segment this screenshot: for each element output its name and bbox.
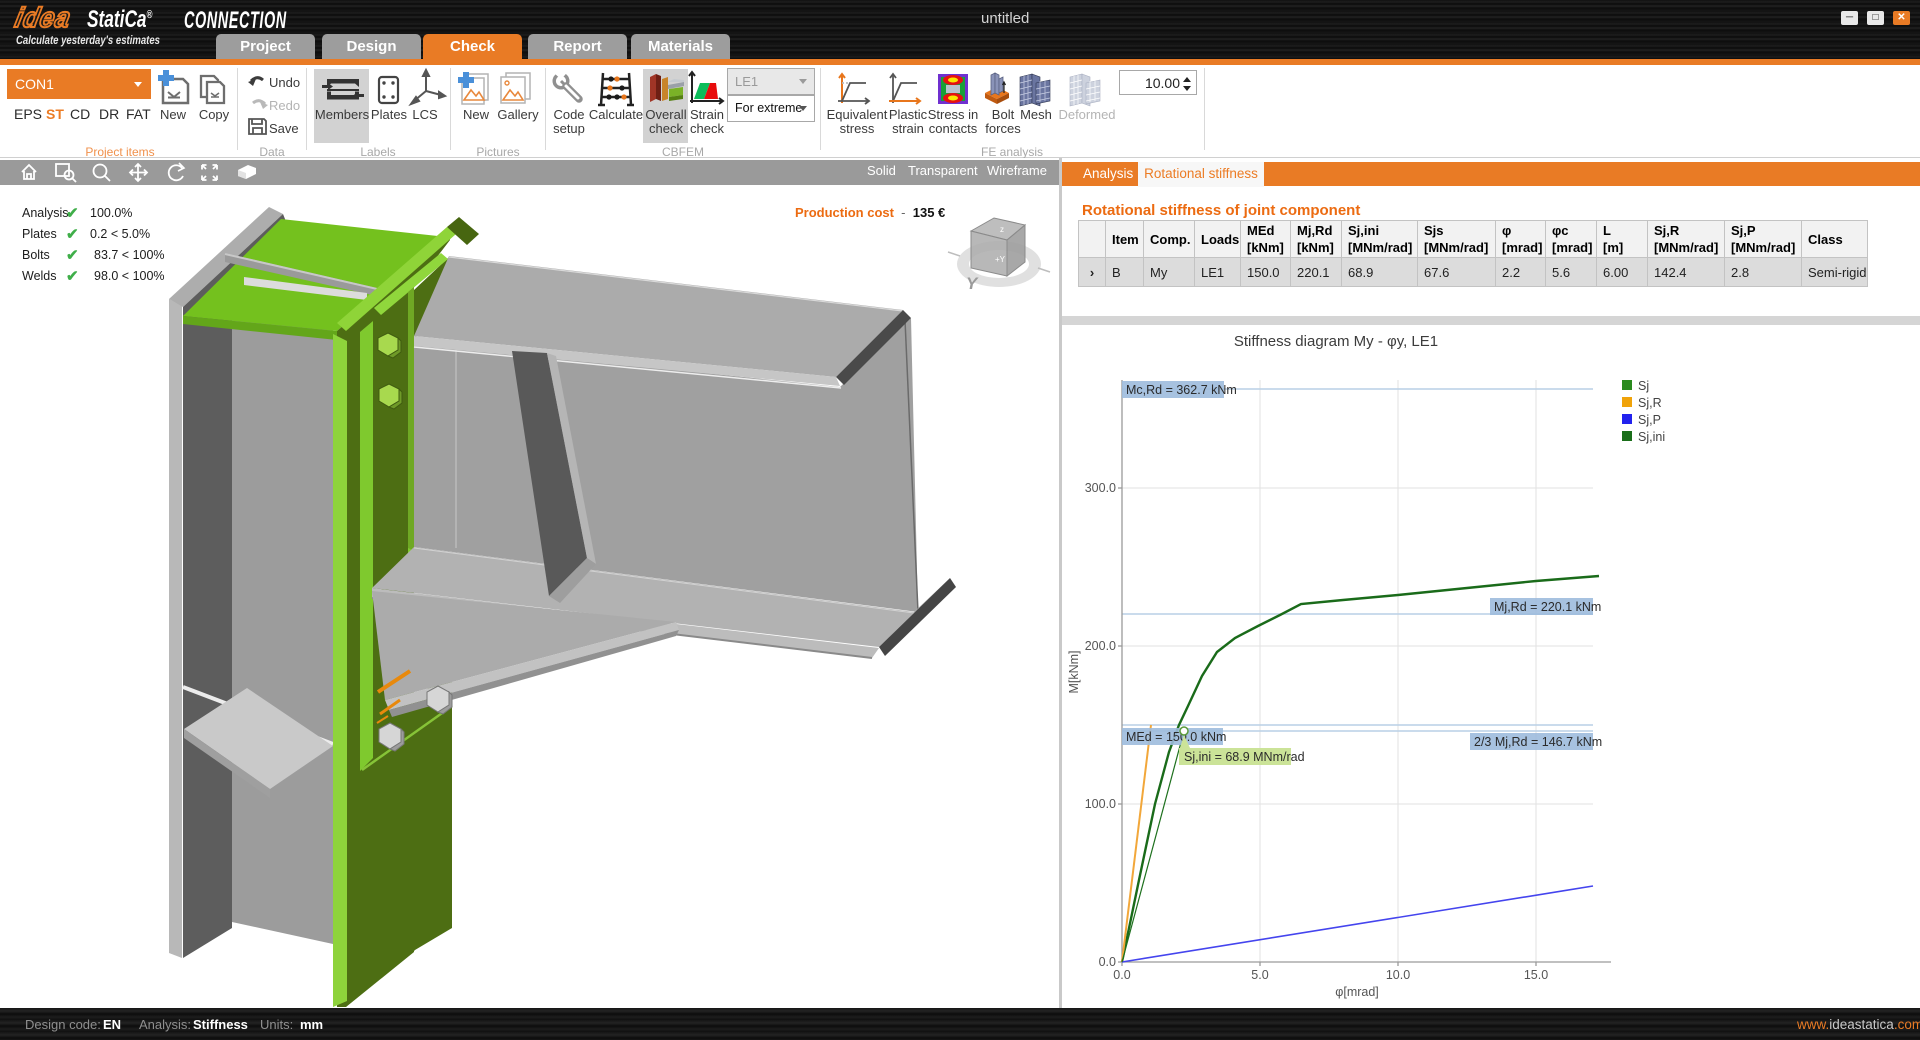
svg-text:Mc,Rd = 362.7 kNm: Mc,Rd = 362.7 kNm — [1126, 383, 1237, 397]
svg-text:0.0: 0.0 — [1113, 968, 1130, 982]
svg-text:+Y: +Y — [995, 255, 1006, 264]
svg-text:Mj,Rd = 220.1 kNm: Mj,Rd = 220.1 kNm — [1494, 600, 1601, 614]
svg-text:Y: Y — [966, 274, 979, 293]
svg-text:15.0: 15.0 — [1524, 968, 1548, 982]
svg-text:φ[mrad]: φ[mrad] — [1335, 985, 1379, 999]
svg-text:Sj,ini: Sj,ini — [1638, 430, 1665, 444]
svg-text:Stiffness diagram My - φy, LE1: Stiffness diagram My - φy, LE1 — [1234, 333, 1438, 350]
svg-text:Sj,R: Sj,R — [1638, 396, 1662, 410]
svg-text:2/3 Mj,Rd = 146.7 kNm: 2/3 Mj,Rd = 146.7 kNm — [1474, 735, 1602, 749]
svg-text:MEd = 150.0 kNm: MEd = 150.0 kNm — [1126, 730, 1226, 744]
svg-text:5.0: 5.0 — [1251, 968, 1268, 982]
svg-text:z: z — [1000, 225, 1004, 234]
svg-text:200.0: 200.0 — [1085, 639, 1116, 653]
svg-text:Sj: Sj — [1638, 379, 1649, 393]
svg-text:Sj,ini = 68.9 MNm/rad: Sj,ini = 68.9 MNm/rad — [1184, 750, 1305, 764]
svg-text:0.0: 0.0 — [1099, 955, 1116, 969]
svg-text:100.0: 100.0 — [1085, 797, 1116, 811]
svg-text:10.0: 10.0 — [1386, 968, 1410, 982]
svg-text:Sj,P: Sj,P — [1638, 413, 1661, 427]
svg-text:M[kNm]: M[kNm] — [1067, 650, 1081, 693]
svg-text:300.0: 300.0 — [1085, 481, 1116, 495]
